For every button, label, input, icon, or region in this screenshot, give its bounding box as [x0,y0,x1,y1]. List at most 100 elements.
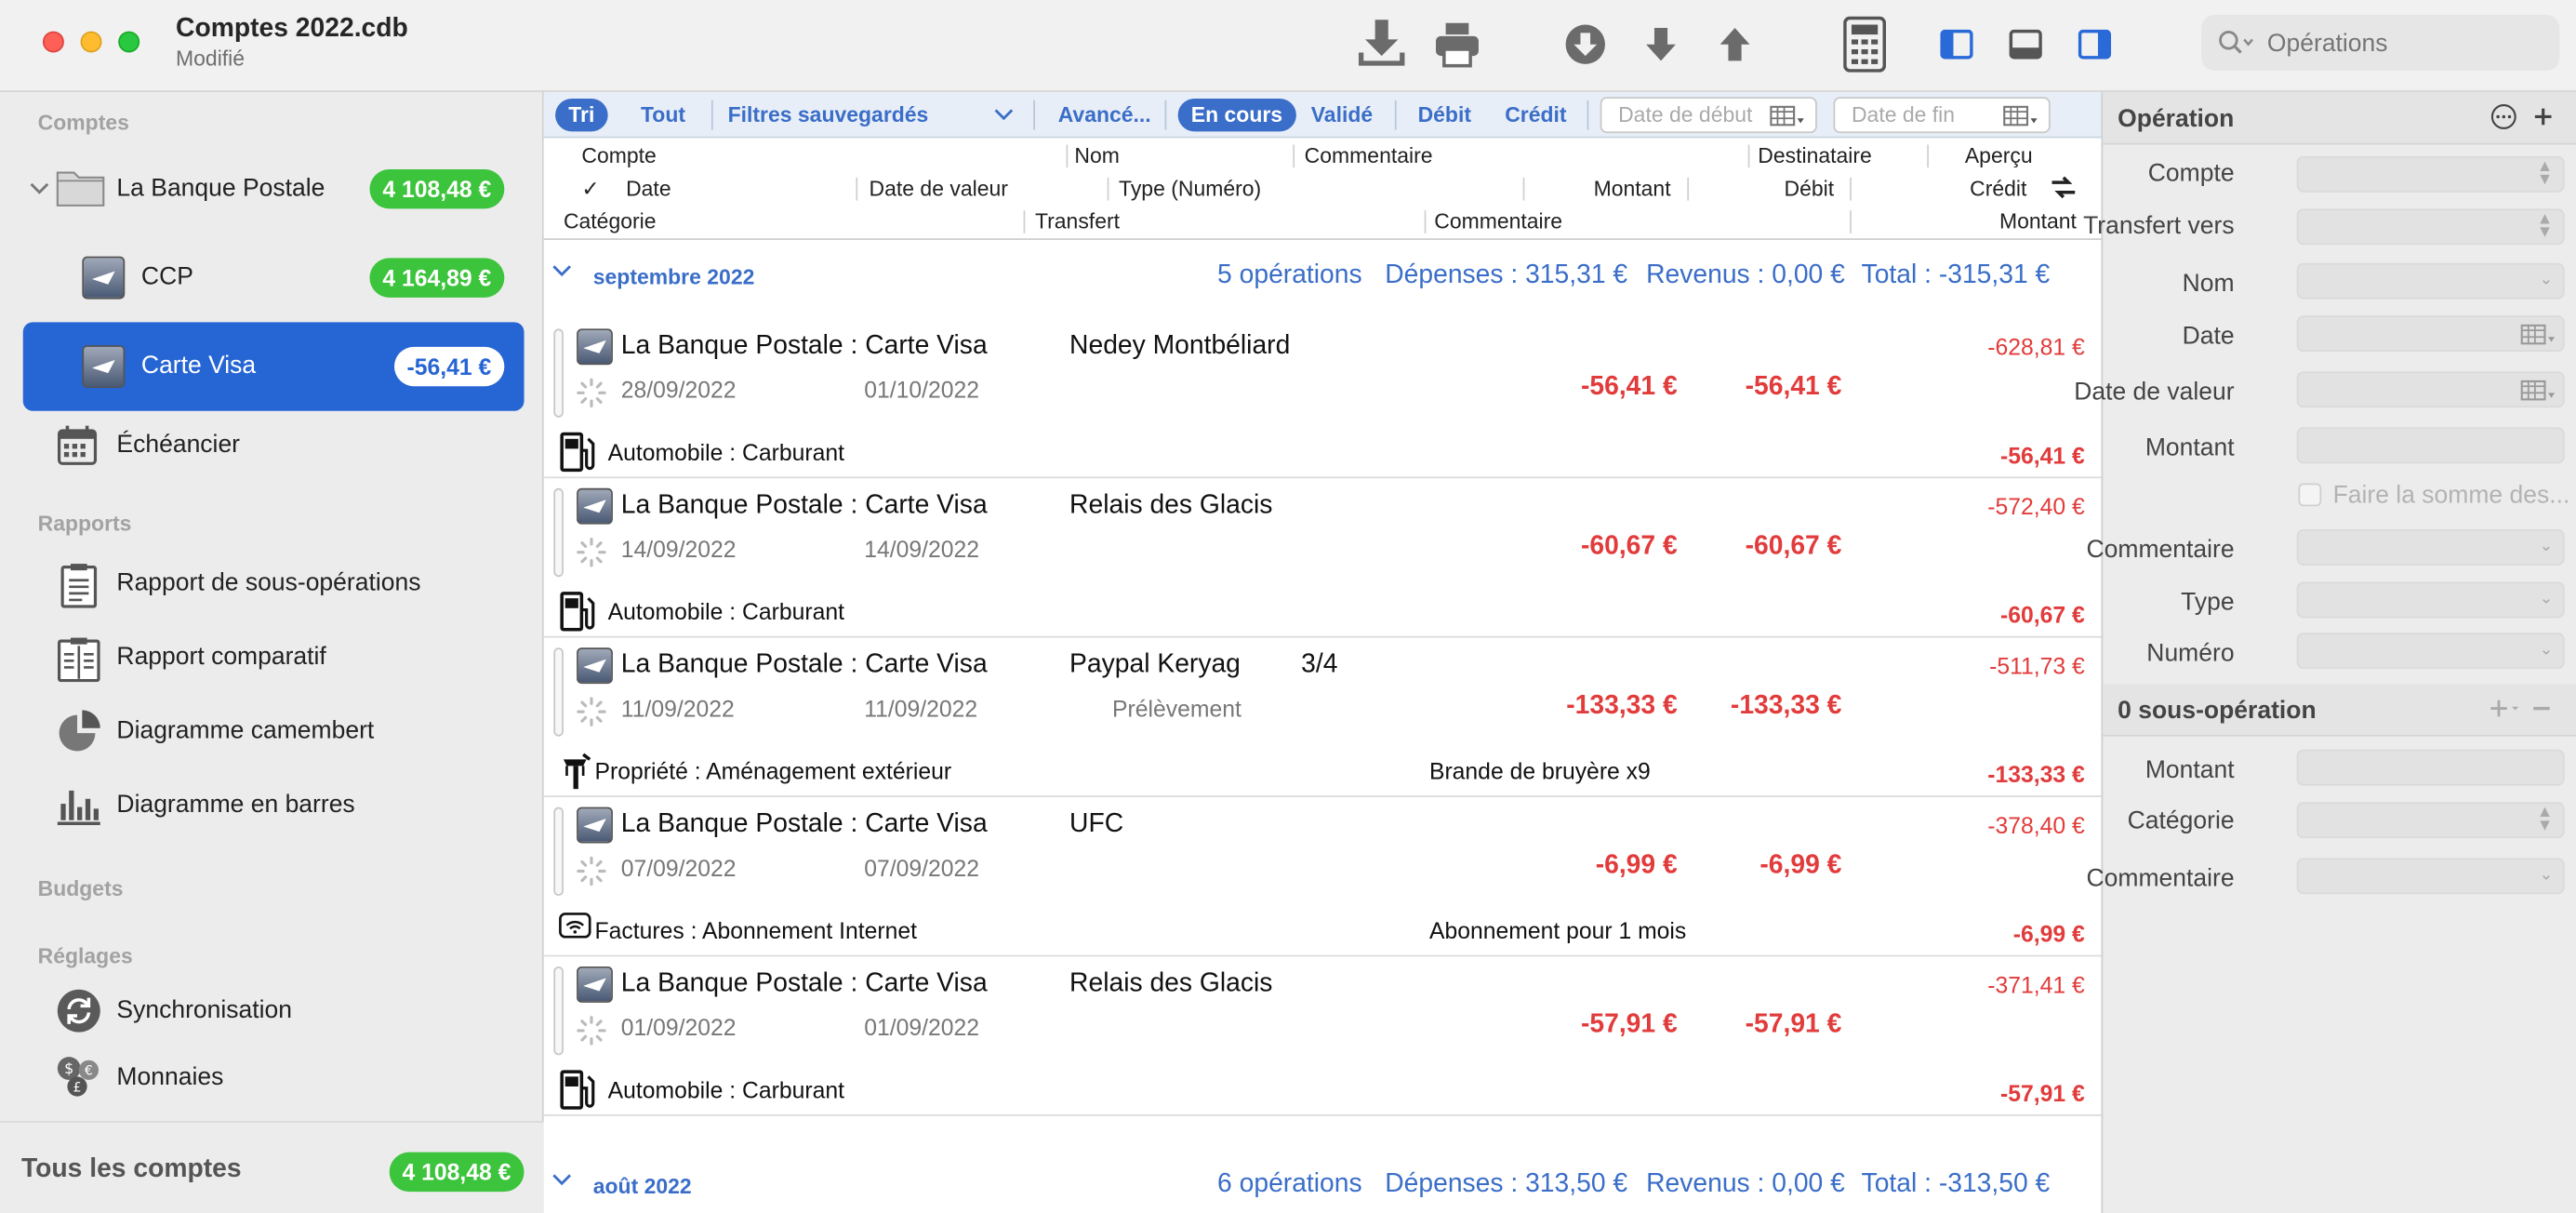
col-amount[interactable]: Montant [1594,176,1671,201]
col-split-amount[interactable]: Montant [1999,208,2077,233]
split-comment-combo[interactable]: ⌄ [2296,858,2565,895]
zoom-window-button[interactable] [118,31,140,53]
all-accounts-row[interactable]: Tous les comptes 4 108,48 € [0,1121,544,1213]
close-window-button[interactable] [42,31,64,53]
chevron-down-icon[interactable] [552,264,572,277]
month-header[interactable]: septembre 2022 5 opérations Dépenses : 3… [544,244,2102,310]
col-split-comment[interactable]: Commentaire [1434,208,1562,233]
col-date[interactable]: Date [626,176,671,201]
chevron-down-icon[interactable] [994,109,1014,122]
chevron-down-icon[interactable] [30,182,49,195]
arrow-up-icon[interactable] [1714,13,1757,75]
calculator-icon[interactable] [1840,13,1890,75]
filter-in-progress[interactable]: En cours [1177,99,1296,132]
col-name[interactable]: Nom [1074,143,1119,168]
end-date-field[interactable]: Date de fin [1833,97,2051,134]
col-check[interactable]: ✓ [581,176,599,202]
amount-field[interactable] [2296,427,2565,464]
toggle-bottom-panel-icon[interactable] [2008,13,2044,75]
sidebar-item-pie-chart[interactable]: Diagramme camembert [23,690,524,772]
operation-row[interactable]: La Banque Postale : Carte Visa 11/09/202… [543,638,2102,797]
col-preview[interactable]: Aperçu [1965,143,2033,168]
filter-all[interactable]: Tout [641,99,685,131]
operation-row[interactable]: La Banque Postale : Carte Visa 07/09/202… [543,797,2102,957]
col-recipient[interactable]: Destinataire [1758,143,1872,168]
operation-comment: Abonnement pour 1 mois [1428,916,1687,944]
sort-button[interactable]: Tri [555,99,608,132]
pending-status-icon[interactable] [577,697,606,726]
toggle-inspector-icon[interactable] [2077,13,2113,75]
calendar-icon[interactable] [1770,105,1806,128]
bank-account-icon [82,345,126,389]
add-split-icon[interactable] [2490,699,2520,718]
search-field[interactable] [2201,14,2560,71]
pending-status-icon[interactable] [577,537,606,567]
download-circle-icon[interactable] [1560,13,1610,75]
col-value-date[interactable]: Date de valeur [870,176,1008,201]
transfer-select[interactable]: ▲ ▼ [2296,208,2565,246]
col-comment[interactable]: Commentaire [1305,143,1433,168]
operation-row[interactable]: La Banque Postale : Carte Visa 28/09/202… [543,319,2102,479]
col-type[interactable]: Type (Numéro) [1119,176,1261,201]
type-combo[interactable]: ⌄ [2296,581,2565,619]
field-label-split-comment: Commentaire [2086,864,2235,893]
col-account[interactable]: Compte [581,143,656,168]
filter-credit[interactable]: Crédit [1505,99,1566,131]
operation-name: UFC [1069,810,1124,839]
sidebar-item-ccp[interactable]: CCP 4 164,89 € [23,236,524,318]
document-icon [60,564,98,608]
pending-status-icon[interactable] [577,1016,606,1046]
start-date-field[interactable]: Date de début [1600,97,1817,134]
operation-row[interactable]: La Banque Postale : Carte Visa 01/09/202… [543,956,2102,1116]
wifi-icon [559,913,591,939]
add-icon[interactable] [2531,105,2555,128]
sidebar-item-compare-report[interactable]: Rapport comparatif [23,617,524,699]
download-tray-icon[interactable] [1354,13,1410,75]
saved-filters-menu[interactable]: Filtres sauvegardés [728,99,929,131]
filter-validated[interactable]: Validé [1311,99,1373,131]
separator [1424,210,1427,233]
col-debit[interactable]: Débit [1785,176,1835,201]
operation-value-date: 14/09/2022 [864,536,980,563]
date-field[interactable] [2296,315,2565,353]
col-credit[interactable]: Crédit [1970,176,2026,201]
sidebar-item-bank[interactable]: La Banque Postale 4 108,48 € [23,148,524,230]
operation-date: 11/09/2022 [620,695,735,722]
sidebar-item-currencies[interactable]: $ € £ Monnaies [23,1037,524,1119]
split-amount-field[interactable] [2296,749,2565,786]
name-combo[interactable]: ⌄ [2296,262,2565,300]
more-options-icon[interactable] [2490,103,2516,129]
separator [1164,100,1167,130]
month-header[interactable]: août 2022 6 opérations Dépenses : 313,50… [544,1153,2102,1213]
toggle-sidebar-icon[interactable] [1939,13,1975,75]
calendar-icon[interactable] [2002,105,2038,128]
chevron-down-icon[interactable] [552,1174,572,1187]
swap-arrows-icon[interactable] [2049,174,2078,200]
comment-combo[interactable]: ⌄ [2296,528,2565,566]
separator [710,100,713,130]
remove-split-icon[interactable] [2533,706,2550,712]
search-input[interactable] [2266,28,2547,57]
sidebar-item-bar-chart[interactable]: Diagramme en barres [23,765,524,846]
operation-row[interactable]: La Banque Postale : Carte Visa 14/09/202… [543,478,2102,638]
calendar-icon[interactable] [2520,380,2556,403]
col-category[interactable]: Catégorie [564,208,657,233]
account-select[interactable]: ▲ ▼ [2296,155,2565,193]
calendar-icon[interactable] [2520,324,2556,347]
split-category-select[interactable]: ▲ ▼ [2296,802,2565,839]
value-date-field[interactable] [2296,371,2565,408]
pending-status-icon[interactable] [577,378,606,408]
sum-checkbox[interactable] [2298,483,2322,507]
sidebar-item-subop-report[interactable]: Rapport de sous-opérations [23,542,524,624]
sidebar-item-carte-visa[interactable]: Carte Visa -56,41 € [22,322,524,411]
arrow-down-icon[interactable] [1640,13,1682,75]
sidebar-item-scheduler[interactable]: Échéancier [23,405,524,487]
col-transfer[interactable]: Transfert [1035,208,1120,233]
pending-status-icon[interactable] [577,856,606,886]
number-combo[interactable]: ⌄ [2296,633,2565,670]
sidebar-item-label: Diagramme camembert [116,716,375,745]
minimize-window-button[interactable] [80,31,102,53]
print-icon[interactable] [1429,13,1485,75]
filter-debit[interactable]: Débit [1418,99,1471,131]
advanced-filter[interactable]: Avancé... [1058,99,1151,131]
